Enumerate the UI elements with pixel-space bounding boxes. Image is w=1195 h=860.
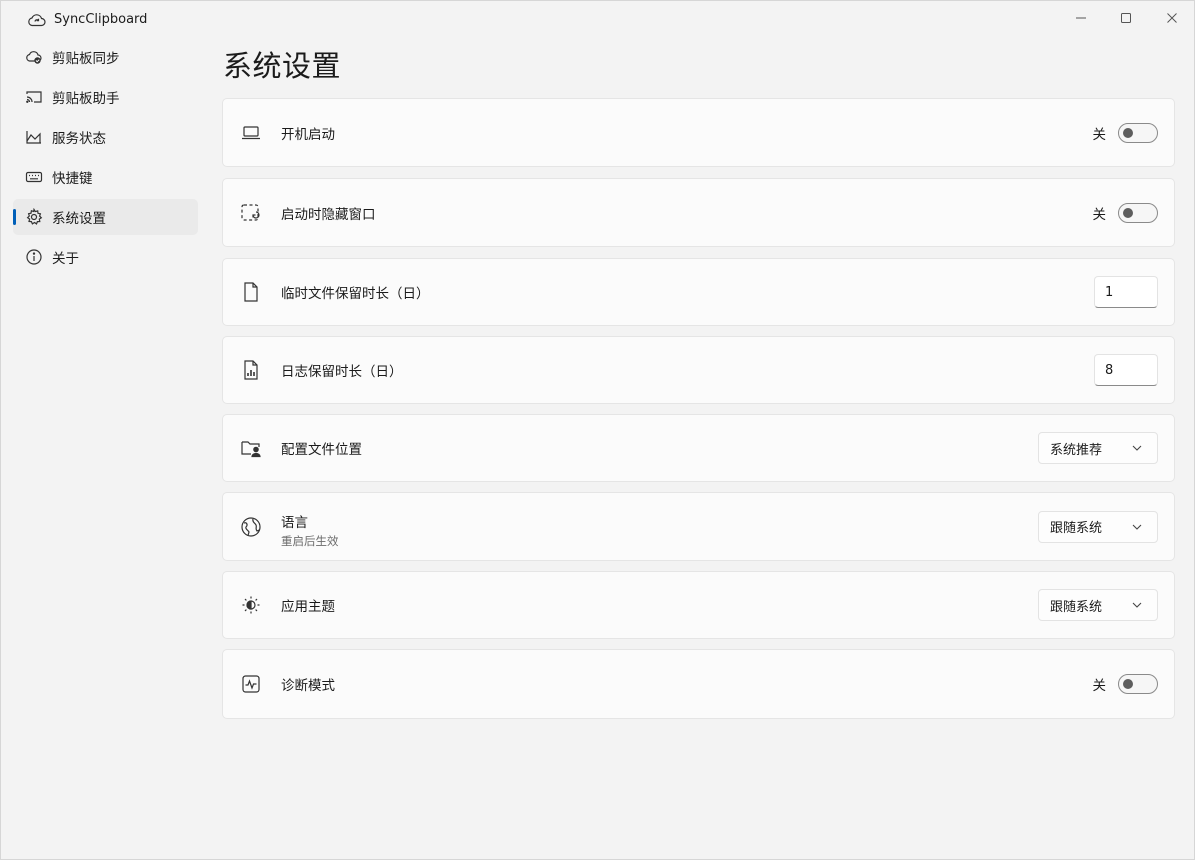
hide-window-toggle-group: 关 bbox=[1092, 202, 1158, 223]
config-location-select[interactable]: 系统推荐 bbox=[1038, 432, 1158, 464]
laptop-icon bbox=[240, 122, 262, 144]
info-icon bbox=[25, 248, 43, 266]
page-title: 系统设置 bbox=[223, 49, 342, 83]
cloud-sync-icon bbox=[25, 48, 43, 66]
minimize-button[interactable] bbox=[1067, 7, 1095, 29]
setting-card-config-location: 配置文件位置 系统推荐 bbox=[222, 414, 1175, 482]
gear-icon bbox=[25, 208, 43, 226]
log-retention-days-input[interactable] bbox=[1094, 354, 1158, 386]
setting-label: 临时文件保留时长（日） bbox=[281, 286, 430, 302]
folder-person-icon bbox=[240, 437, 262, 459]
close-button[interactable] bbox=[1158, 7, 1186, 29]
setting-text: 配置文件位置 bbox=[281, 438, 362, 458]
setting-text: 启动时隐藏窗口 bbox=[281, 203, 376, 223]
minimize-icon bbox=[1075, 9, 1087, 28]
setting-sublabel: 重启后生效 bbox=[281, 534, 339, 548]
select-value: 系统推荐 bbox=[1050, 442, 1103, 458]
nav-label: 关于 bbox=[52, 251, 79, 267]
setting-card-theme: 应用主题 跟随系统 bbox=[222, 571, 1175, 639]
startup-toggle[interactable] bbox=[1118, 122, 1158, 143]
app-title: SyncClipboard bbox=[54, 12, 148, 27]
nav-item-service-status[interactable]: 服务状态 bbox=[13, 119, 198, 155]
close-icon bbox=[1166, 9, 1178, 28]
setting-label: 语言 bbox=[281, 515, 308, 531]
select-value: 跟随系统 bbox=[1050, 521, 1103, 536]
document-icon bbox=[240, 281, 262, 303]
hide-window-toggle[interactable] bbox=[1118, 202, 1158, 223]
setting-card-log-retention: 日志保留时长（日） bbox=[222, 336, 1175, 404]
maximize-button[interactable] bbox=[1112, 7, 1140, 29]
nav-item-system-settings[interactable]: 系统设置 bbox=[13, 199, 198, 235]
setting-card-startup: 开机启动 关 bbox=[222, 98, 1175, 167]
setting-card-hide-window: 启动时隐藏窗口 关 bbox=[222, 178, 1175, 247]
area-chart-icon bbox=[25, 128, 43, 146]
brightness-icon bbox=[240, 594, 262, 616]
nav-item-about[interactable]: 关于 bbox=[13, 239, 198, 275]
theme-select[interactable]: 跟随系统 bbox=[1038, 589, 1158, 621]
toggle-state-label: 关 bbox=[1092, 678, 1107, 694]
chevron-down-icon bbox=[1131, 521, 1143, 533]
nav-label: 剪贴板助手 bbox=[52, 91, 120, 107]
keyboard-icon bbox=[25, 168, 43, 186]
cast-icon bbox=[25, 88, 43, 106]
title-bar: SyncClipboard bbox=[1, 1, 1194, 37]
setting-text: 诊断模式 bbox=[281, 674, 335, 694]
setting-card-temp-files: 临时文件保留时长（日） bbox=[222, 258, 1175, 326]
setting-text: 语言 重启后生效 bbox=[281, 511, 339, 549]
maximize-icon bbox=[1120, 9, 1132, 28]
globe-icon bbox=[240, 516, 262, 538]
nav-label: 系统设置 bbox=[52, 211, 106, 227]
setting-text: 开机启动 bbox=[281, 123, 335, 143]
language-select[interactable]: 跟随系统 bbox=[1038, 510, 1158, 543]
nav-label: 剪贴板同步 bbox=[52, 51, 120, 67]
setting-label: 日志保留时长（日） bbox=[281, 364, 403, 380]
setting-label: 应用主题 bbox=[281, 599, 335, 615]
setting-card-language: 语言 重启后生效 跟随系统 bbox=[222, 492, 1175, 561]
nav-label: 快捷键 bbox=[52, 171, 93, 187]
setting-text: 应用主题 bbox=[281, 595, 335, 615]
pulse-icon bbox=[240, 673, 262, 695]
setting-label: 诊断模式 bbox=[281, 678, 335, 694]
toggle-state-label: 关 bbox=[1092, 126, 1107, 143]
setting-text: 临时文件保留时长（日） bbox=[281, 282, 430, 302]
toggle-state-label: 关 bbox=[1092, 206, 1107, 223]
chevron-down-icon bbox=[1131, 442, 1143, 454]
select-value: 跟随系统 bbox=[1050, 599, 1103, 615]
nav-item-clipboard-assistant[interactable]: 剪贴板助手 bbox=[13, 79, 198, 115]
setting-text: 日志保留时长（日） bbox=[281, 360, 403, 380]
diagnostic-toggle[interactable] bbox=[1118, 674, 1158, 694]
chevron-down-icon bbox=[1131, 599, 1143, 611]
sidebar-nav: 剪贴板同步 剪贴板助手 服务状态 快捷键 系统设置 关于 bbox=[13, 39, 198, 279]
nav-item-clipboard-sync[interactable]: 剪贴板同步 bbox=[13, 39, 198, 75]
temp-files-days-input[interactable] bbox=[1094, 276, 1158, 308]
setting-label: 开机启动 bbox=[281, 126, 335, 143]
log-chart-icon bbox=[240, 359, 262, 381]
setting-label: 配置文件位置 bbox=[281, 442, 362, 458]
app-cloud-icon bbox=[27, 12, 47, 28]
startup-toggle-group: 关 bbox=[1092, 122, 1158, 143]
app-window: SyncClipboard 剪贴板同步 剪贴板助手 服务状态 快捷键 系统设置 … bbox=[0, 0, 1195, 860]
nav-item-shortcuts[interactable]: 快捷键 bbox=[13, 159, 198, 195]
dashed-window-icon bbox=[240, 202, 262, 224]
diagnostic-toggle-group: 关 bbox=[1092, 674, 1158, 694]
setting-card-diagnostic: 诊断模式 关 bbox=[222, 649, 1175, 719]
setting-label: 启动时隐藏窗口 bbox=[281, 206, 376, 223]
nav-label: 服务状态 bbox=[52, 131, 106, 147]
